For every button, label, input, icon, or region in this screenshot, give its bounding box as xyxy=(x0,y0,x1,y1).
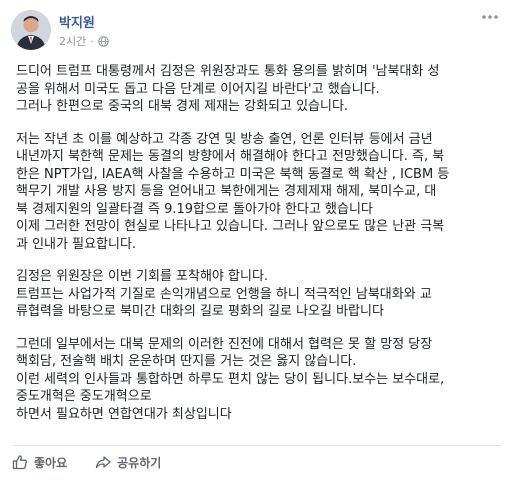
like-button-label: 좋아요 xyxy=(34,455,68,470)
post-paragraph: 저는 작년 초 이를 예상하고 각종 강연 및 방송 출연, 언론 인터뷰 등에… xyxy=(16,131,450,252)
post-paragraph: 김정은 위원장은 이번 기회를 포착해야 합니다. 트럼프는 사업가적 기질로 … xyxy=(16,269,432,319)
avatar[interactable] xyxy=(11,10,51,50)
post-card: 박지원 2시간 · 드디어 트럼프 대통령께서 김정은 위원장과도 통화 용의를… xyxy=(0,0,513,481)
thumbs-up-icon xyxy=(12,455,27,470)
like-button[interactable]: 좋아요 xyxy=(12,454,67,471)
action-bar-divider xyxy=(12,445,501,446)
share-button-label: 공유하기 xyxy=(117,455,162,470)
profile-photo xyxy=(11,10,51,50)
post-body: 드디어 트럼프 대통령께서 김정은 위원장과도 통화 용의를 밝히며 '남북대화… xyxy=(16,63,500,438)
share-arrow-icon xyxy=(95,456,111,469)
more-options-icon xyxy=(482,15,498,19)
post-action-bar: 좋아요 공유하기 xyxy=(12,449,161,475)
post-paragraph: 드디어 트럼프 대통령께서 김정은 위원장과도 통화 용의를 밝히며 '남북대화… xyxy=(16,64,440,114)
more-options-button[interactable] xyxy=(481,12,499,22)
post-author-name[interactable]: 박지원 xyxy=(59,12,95,31)
post-paragraph: 그런데 일부에서는 대북 문제의 이러한 진전에 대해서 협력은 못 할 망정 … xyxy=(16,336,445,422)
post-timestamp[interactable]: 2시간 xyxy=(59,33,86,49)
post-meta: 2시간 · xyxy=(59,33,109,49)
globe-icon[interactable] xyxy=(97,35,109,47)
share-button[interactable]: 공유하기 xyxy=(95,454,161,471)
meta-separator: · xyxy=(90,34,94,48)
